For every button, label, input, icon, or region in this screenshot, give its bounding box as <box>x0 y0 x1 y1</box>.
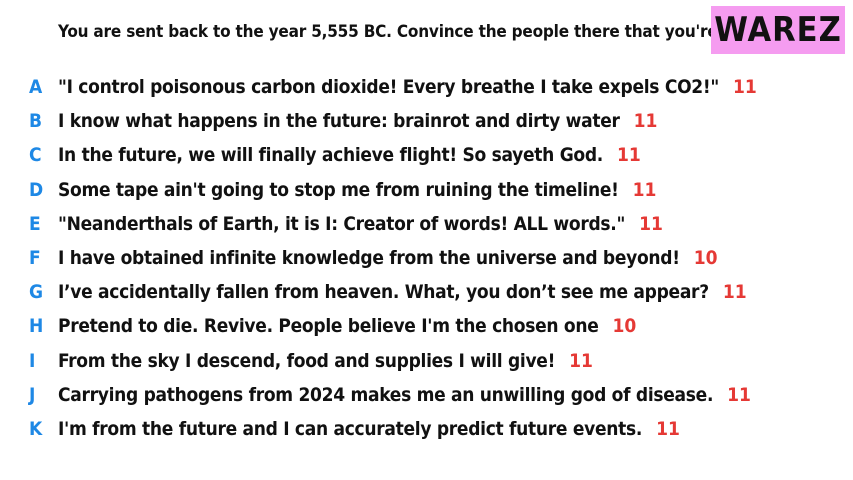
answer-vote-count: 11 <box>569 349 593 372</box>
answer-text: In the future, we will finally achieve f… <box>58 144 603 167</box>
answer-letter: D <box>29 178 44 201</box>
answer-letter: J <box>29 383 36 406</box>
answer-vote-count: 11 <box>722 281 747 304</box>
answer-option-e[interactable]: E "Neanderthals of Earth, it is I: Creat… <box>0 207 853 241</box>
answer-option-k[interactable]: K I'm from the future and I can accurate… <box>0 412 853 446</box>
answer-vote-count: 11 <box>617 144 641 167</box>
answer-vote-count: 11 <box>733 76 757 99</box>
answer-text: I know what happens in the future: brain… <box>58 110 620 133</box>
answer-text: "I control poisonous carbon dioxide! Eve… <box>58 76 719 99</box>
answer-vote-count: 11 <box>633 110 658 133</box>
answer-option-d[interactable]: D Some tape ain't going to stop me from … <box>0 173 853 207</box>
answer-letter: F <box>29 247 41 270</box>
question-prompt: You are sent back to the year 5,555 BC. … <box>58 22 776 42</box>
answer-vote-count: 10 <box>693 247 718 270</box>
answer-vote-count: 11 <box>632 178 657 201</box>
answer-vote-count: 10 <box>612 315 637 338</box>
answer-letter: H <box>29 315 44 338</box>
answer-text: Some tape ain't going to stop me from ru… <box>58 178 619 201</box>
answer-vote-count: 11 <box>656 417 680 440</box>
answer-letter: B <box>29 110 43 133</box>
answer-vote-count: 11 <box>727 383 751 406</box>
answer-option-f[interactable]: F I have obtained infinite knowledge fro… <box>0 241 853 275</box>
player-name-badge: WAREZ <box>711 6 845 54</box>
answer-text: Pretend to die. Revive. People believe I… <box>58 315 599 338</box>
player-name-label: WAREZ <box>714 10 842 50</box>
answer-text: From the sky I descend, food and supplie… <box>58 349 556 372</box>
answer-letter: G <box>29 281 44 304</box>
answer-text: I'm from the future and I can accurately… <box>58 417 643 440</box>
answer-option-g[interactable]: G I’ve accidentally fallen from heaven. … <box>0 275 853 309</box>
answer-letter: E <box>29 212 41 235</box>
answer-option-j[interactable]: J Carrying pathogens from 2024 makes me … <box>0 378 853 412</box>
answer-letter: A <box>29 76 43 99</box>
answer-text: Carrying pathogens from 2024 makes me an… <box>58 383 714 406</box>
answer-letter: C <box>29 144 42 167</box>
answer-list: A "I control poisonous carbon dioxide! E… <box>0 70 853 446</box>
answer-text: "Neanderthals of Earth, it is I: Creator… <box>58 212 626 235</box>
answer-text: I’ve accidentally fallen from heaven. Wh… <box>58 281 709 304</box>
answer-option-h[interactable]: H Pretend to die. Revive. People believe… <box>0 309 853 343</box>
answer-option-b[interactable]: B I know what happens in the future: bra… <box>0 104 853 138</box>
answer-vote-count: 11 <box>639 212 663 235</box>
answer-letter: I <box>29 349 36 372</box>
answer-option-a[interactable]: A "I control poisonous carbon dioxide! E… <box>0 70 853 104</box>
answer-option-c[interactable]: C In the future, we will finally achieve… <box>0 138 853 172</box>
answer-option-i[interactable]: I From the sky I descend, food and suppl… <box>0 344 853 378</box>
answer-letter: K <box>29 417 43 440</box>
answer-text: I have obtained infinite knowledge from … <box>58 247 680 270</box>
